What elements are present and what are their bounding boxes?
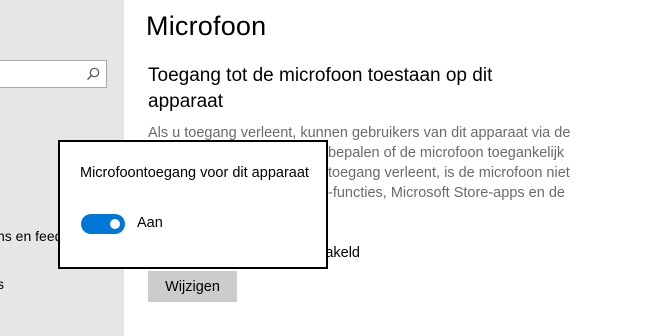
toggle-knob [110, 219, 120, 229]
sidebar-item-partial[interactable]: s [0, 276, 4, 292]
search-input[interactable] [0, 60, 107, 88]
change-button[interactable]: Wijzigen [148, 271, 237, 302]
microphone-access-toggle[interactable] [81, 214, 125, 234]
toggle-state-label: Aan [137, 215, 163, 231]
microphone-access-flyout: Microfoontoegang voor dit apparaat Aan [58, 140, 328, 269]
section-heading: Toegang tot de microfoon toestaan op dit… [148, 65, 493, 112]
search-icon [87, 67, 100, 80]
flyout-label: Microfoontoegang voor dit apparaat [80, 165, 309, 181]
page-title: Microfoon [146, 11, 267, 41]
